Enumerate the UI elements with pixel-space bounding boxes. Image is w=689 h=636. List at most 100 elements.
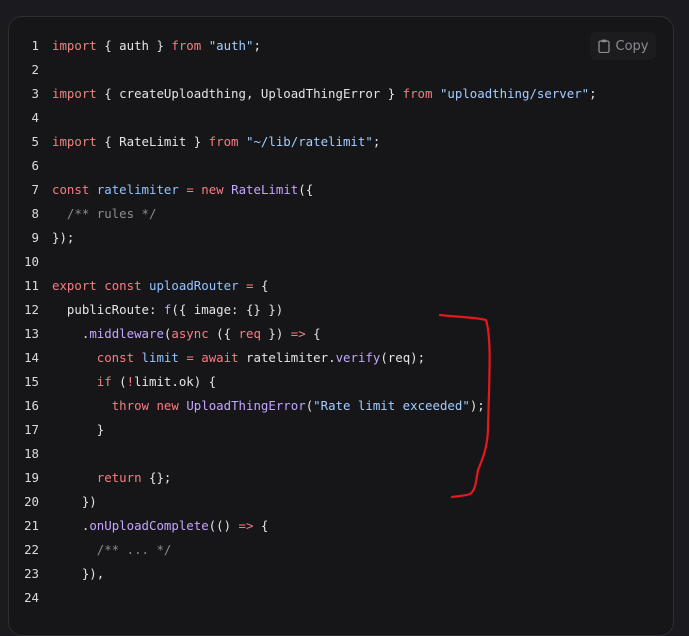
line-number: 12 bbox=[24, 302, 39, 317]
line-number: 15 bbox=[24, 374, 39, 389]
code-token: "~/lib/ratelimit" bbox=[245, 134, 373, 149]
code-token: ); bbox=[469, 398, 485, 413]
code-line: 4 bbox=[0, 106, 689, 130]
code-token: ({ bbox=[298, 182, 314, 197]
code-text: import { RateLimit } from "~/lib/ratelim… bbox=[52, 130, 380, 154]
code-text: }); bbox=[52, 226, 74, 250]
code-token: uploadRouter bbox=[149, 278, 239, 293]
code-token: => bbox=[238, 518, 254, 533]
code-token: { bbox=[253, 278, 269, 293]
code-token: . bbox=[52, 518, 90, 533]
line-number: 19 bbox=[24, 470, 39, 485]
code-text: /** rules */ bbox=[52, 202, 157, 226]
code-token: }); bbox=[52, 230, 75, 245]
code-token: . bbox=[52, 326, 90, 341]
code-token: async bbox=[171, 326, 209, 341]
code-token: { auth } bbox=[96, 38, 172, 53]
code-token: req bbox=[238, 326, 261, 341]
code-token: middleware bbox=[89, 326, 164, 341]
code-line: 17 } bbox=[0, 418, 689, 442]
code-listing: 1 import { auth } from "auth"; 2 3 import { … bbox=[0, 34, 689, 610]
line-number: 9 bbox=[31, 230, 39, 245]
code-token: await bbox=[201, 350, 239, 365]
code-token: ; bbox=[253, 38, 261, 53]
code-token: if bbox=[96, 374, 112, 389]
code-token: import bbox=[52, 38, 97, 53]
code-line: 10 bbox=[0, 250, 689, 274]
code-token: => bbox=[290, 326, 306, 341]
code-token: { bbox=[253, 518, 269, 533]
code-text: const ratelimiter = new RateLimit({ bbox=[52, 178, 313, 202]
code-token: ; bbox=[589, 86, 597, 101]
line-number: 8 bbox=[31, 206, 39, 221]
code-line: 11 export const uploadRouter = { bbox=[0, 274, 689, 298]
code-line: 9}); bbox=[0, 226, 689, 250]
code-token: export bbox=[52, 278, 97, 293]
code-line: 2 bbox=[0, 58, 689, 82]
code-token: from bbox=[171, 38, 202, 53]
line-number: 10 bbox=[24, 254, 39, 269]
line-number: 7 bbox=[31, 182, 39, 197]
code-text: return {}; bbox=[52, 466, 172, 490]
line-number: 11 bbox=[24, 278, 39, 293]
code-token: onUploadComplete bbox=[89, 518, 209, 533]
code-token: "uploadthing/server" bbox=[439, 86, 590, 101]
code-line: 21 .onUploadComplete(() => { bbox=[0, 514, 689, 538]
code-token: }) bbox=[52, 494, 97, 509]
code-line: 13 .middleware(async ({ req }) => { bbox=[0, 322, 689, 346]
code-token: throw bbox=[111, 398, 149, 413]
line-number: 1 bbox=[31, 38, 39, 53]
code-token: ; bbox=[372, 134, 381, 149]
code-line: 16 throw new UploadThingError("Rate limi… bbox=[0, 394, 689, 418]
code-text: throw new UploadThingError("Rate limit e… bbox=[52, 394, 485, 418]
code-line: 6 bbox=[0, 154, 689, 178]
code-text: }), bbox=[52, 562, 104, 586]
code-line: 22 /** ... */ bbox=[0, 538, 689, 562]
code-line: 19 return {}; bbox=[0, 466, 689, 490]
code-line: 14 const limit = await ratelimiter.verif… bbox=[0, 346, 689, 370]
code-token: ({ bbox=[208, 326, 239, 341]
code-token: }), bbox=[52, 566, 105, 581]
code-line: 15 if (!limit.ok) { bbox=[0, 370, 689, 394]
code-token: from bbox=[208, 134, 239, 149]
code-text: }) bbox=[52, 490, 97, 514]
code-token: import bbox=[52, 86, 97, 101]
code-line: 24 bbox=[0, 586, 689, 610]
code-token: ratelimiter bbox=[96, 182, 179, 197]
code-token: /** rules */ bbox=[66, 206, 157, 221]
code-text: if (!limit.ok) { bbox=[52, 370, 216, 394]
code-token: { createUploadthing, UploadThingError } bbox=[96, 86, 403, 101]
code-token: ! bbox=[126, 374, 135, 389]
code-token: verify bbox=[335, 350, 381, 365]
code-token: (() bbox=[208, 518, 239, 533]
code-text: .middleware(async ({ req }) => { bbox=[52, 322, 321, 346]
code-token: from bbox=[402, 86, 433, 101]
code-token: const bbox=[96, 350, 135, 365]
code-token: }) bbox=[260, 326, 291, 341]
code-token: new bbox=[201, 182, 224, 197]
line-number: 17 bbox=[24, 422, 39, 437]
code-token: UploadThingError bbox=[186, 398, 306, 413]
code-line: 7 const ratelimiter = new RateLimit({ bbox=[0, 178, 689, 202]
code-token: ratelimiter. bbox=[238, 350, 336, 365]
code-line: 20 }) bbox=[0, 490, 689, 514]
line-number: 16 bbox=[24, 398, 39, 413]
line-number: 20 bbox=[24, 494, 39, 509]
code-line: 1 import { auth } from "auth"; bbox=[0, 34, 689, 58]
code-text: /** ... */ bbox=[52, 538, 172, 562]
code-token: limit bbox=[141, 350, 179, 365]
line-number: 13 bbox=[24, 326, 39, 341]
code-token: } bbox=[52, 422, 105, 437]
code-token: ({ image: {} }) bbox=[171, 302, 284, 317]
line-number: 3 bbox=[31, 86, 39, 101]
